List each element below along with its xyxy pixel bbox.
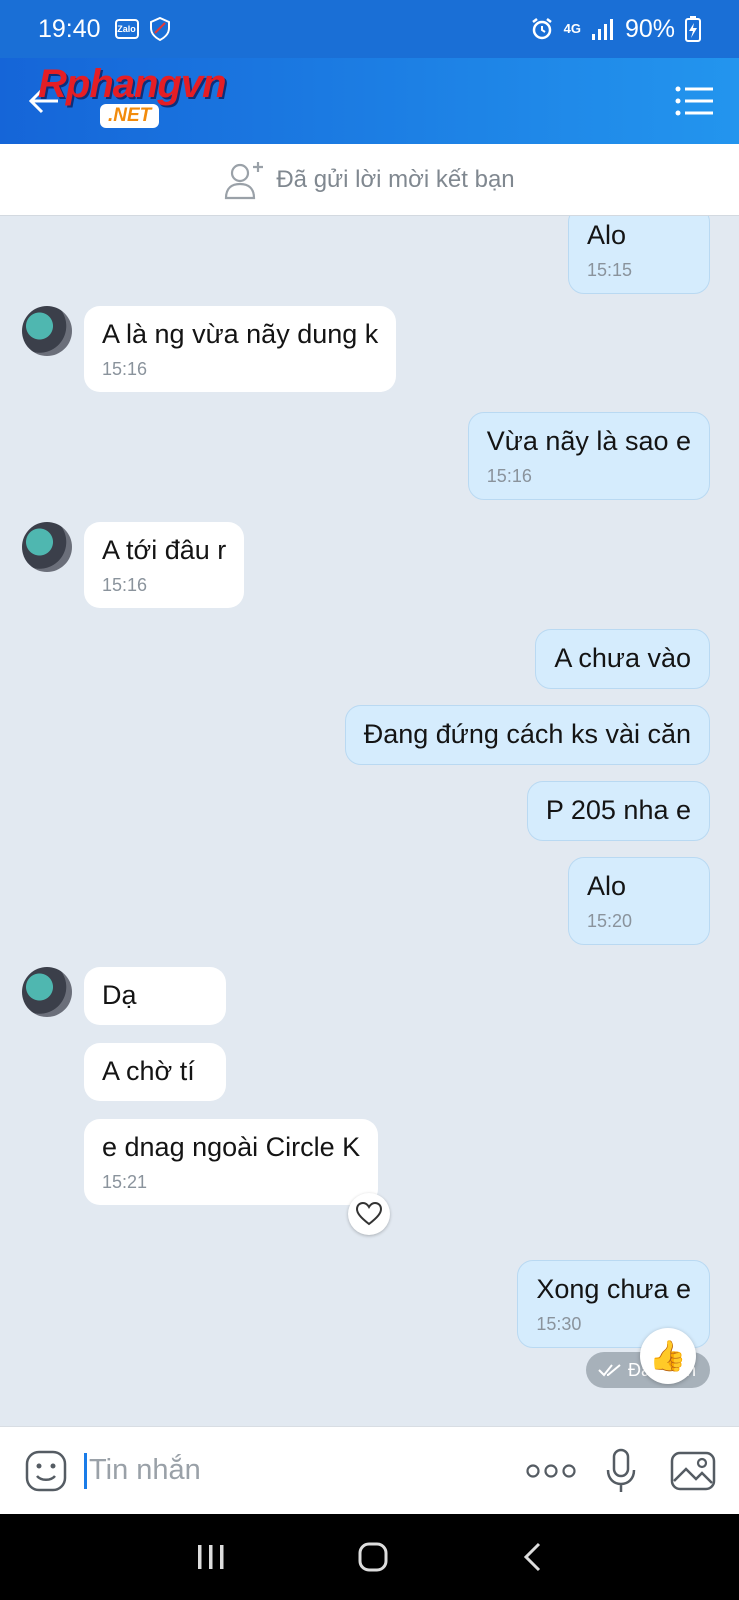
logo-brand-text: Rphangvn — [38, 62, 227, 106]
message-text: e dnag ngoài Circle K — [102, 1132, 361, 1162]
message-time: 15:16 — [102, 358, 148, 379]
zalo-notification-icon: Zalo — [114, 19, 139, 39]
chat-header: Rphangvn .NET — [0, 58, 739, 144]
message-out[interactable]: P 205 nha e — [526, 781, 710, 841]
back-nav-icon[interactable] — [521, 1541, 543, 1573]
message-input-bar: Tin nhắn — [0, 1426, 739, 1514]
message-in[interactable]: A chờ tí — [84, 1043, 226, 1101]
logo-sub-text: .NET — [100, 104, 160, 128]
shield-icon — [149, 17, 170, 41]
message-out[interactable]: Đang đứng cách ks vài căn — [344, 705, 710, 765]
emoji-button[interactable] — [22, 1447, 70, 1495]
voice-record-button[interactable] — [597, 1447, 645, 1495]
battery-level: 90% — [624, 14, 675, 43]
signal-icon — [591, 19, 613, 40]
more-options-button[interactable] — [523, 1447, 579, 1495]
message-text: A chưa vào — [554, 643, 691, 673]
react-heart-button[interactable] — [348, 1193, 390, 1235]
alarm-icon — [531, 18, 552, 40]
message-in[interactable]: A là ng vừa nãy dung k 15:16 — [84, 306, 397, 393]
message-text: Dạ — [102, 980, 137, 1010]
message-out[interactable]: Alo 15:20 — [568, 857, 710, 946]
like-reaction-button[interactable]: 👍 — [640, 1328, 696, 1384]
thumbs-up-icon: 👍 — [649, 1339, 687, 1373]
status-bar: 19:40 Zalo 4G 90% — [0, 0, 739, 58]
chat-messages: Alo 15:15 A là ng vừa nãy dung k 15:16 Vừa… — [0, 216, 739, 1426]
add-friend-icon — [225, 161, 264, 199]
watermark-logo: Rphangvn .NET — [36, 62, 266, 132]
network-type: 4G — [563, 21, 581, 36]
home-icon[interactable] — [357, 1541, 389, 1573]
menu-list-icon[interactable] — [675, 85, 715, 117]
recent-apps-icon[interactable] — [196, 1543, 226, 1571]
avatar[interactable] — [22, 522, 72, 572]
message-time: 15:16 — [102, 574, 148, 595]
friend-request-label: Đã gửi lời mời kết bạn — [276, 165, 515, 193]
message-text: A chờ tí — [102, 1056, 195, 1086]
status-right: 4G 90% — [530, 15, 701, 44]
message-out[interactable]: Vừa nãy là sao e 15:16 — [467, 412, 710, 501]
message-time: 15:15 — [587, 259, 633, 280]
avatar[interactable] — [22, 306, 72, 356]
system-nav-bar — [0, 1514, 739, 1600]
more-dots-icon — [526, 1463, 576, 1478]
message-text: Đang đứng cách ks vài căn — [363, 719, 691, 749]
message-text: A tới đâu r — [102, 535, 227, 565]
message-out[interactable]: A chưa vào — [535, 629, 710, 689]
message-input[interactable]: Tin nhắn — [84, 1452, 523, 1489]
message-text: Alo — [587, 220, 627, 250]
message-in[interactable]: A tới đâu r 15:16 — [84, 522, 245, 609]
heart-icon — [356, 1202, 382, 1226]
photo-button[interactable] — [669, 1447, 717, 1495]
message-text: Alo — [587, 871, 627, 901]
status-time: 19:40 — [38, 14, 101, 43]
message-time: 15:16 — [486, 465, 532, 486]
avatar[interactable] — [22, 967, 72, 1017]
message-text: Xong chưa e — [536, 1274, 691, 1304]
battery-charging-icon — [685, 16, 701, 42]
message-time: 15:20 — [587, 910, 633, 931]
message-in[interactable]: e dnag ngoài Circle K 15:21 — [84, 1119, 379, 1206]
double-check-icon — [598, 1364, 621, 1377]
input-placeholder: Tin nhắn — [89, 1454, 201, 1486]
sticker-emoji-icon — [25, 1450, 67, 1491]
message-in[interactable]: Dạ — [84, 967, 226, 1025]
message-text: A là ng vừa nãy dung k — [102, 319, 379, 349]
text-caret — [84, 1452, 87, 1489]
image-gallery-icon — [670, 1451, 716, 1490]
message-out[interactable]: Alo 15:15 — [568, 216, 710, 295]
microphone-icon — [606, 1448, 636, 1492]
message-text: Vừa nãy là sao e — [486, 426, 691, 456]
friend-request-bar: Đã gửi lời mời kết bạn — [0, 144, 739, 216]
message-text: P 205 nha e — [545, 795, 691, 825]
message-time: 15:21 — [102, 1171, 148, 1192]
